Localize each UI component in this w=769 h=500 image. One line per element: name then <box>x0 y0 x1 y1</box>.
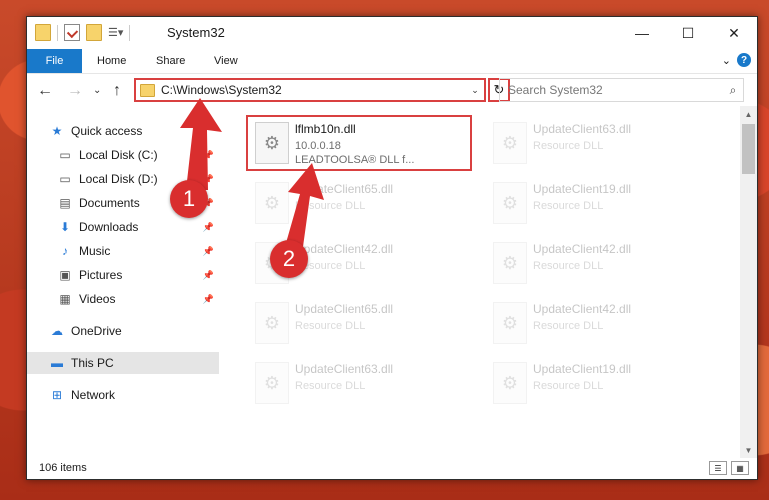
step-1-badge: 1 <box>170 180 208 218</box>
annotation-arrows <box>180 98 324 254</box>
arrow-1 <box>180 98 222 190</box>
step-2-badge: 2 <box>270 240 308 278</box>
